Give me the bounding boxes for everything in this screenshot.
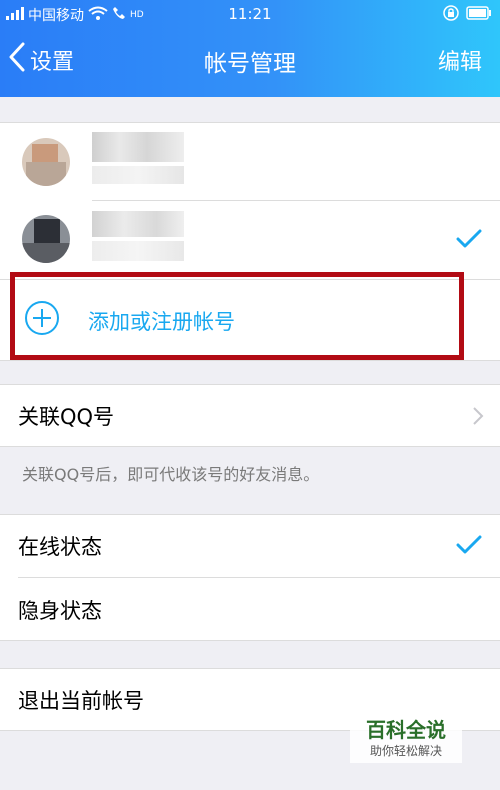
logout-label: 退出当前帐号 — [18, 689, 144, 713]
account-name-blurred — [92, 211, 184, 237]
checkmark-icon — [456, 229, 482, 253]
nav-bar: 设置 帐号管理 编辑 — [0, 28, 500, 97]
online-status-option[interactable]: 在线状态 — [0, 514, 500, 576]
section-divider — [0, 640, 500, 641]
account-id-blurred — [92, 166, 184, 184]
app-header: 中国移动 HD 11:21 设置 帐号管理 编辑 — [0, 0, 500, 97]
page-title: 帐号管理 — [204, 51, 296, 77]
watermark-title: 百科全说 — [366, 718, 446, 742]
watermark-subtitle: 助你轻松解决 — [369, 744, 442, 758]
battery-icon — [466, 6, 492, 24]
section-divider — [0, 446, 500, 447]
edit-button[interactable]: 编辑 — [438, 44, 482, 76]
status-bar: 中国移动 HD 11:21 — [0, 0, 500, 28]
avatar — [22, 215, 70, 263]
linked-qq-row[interactable]: 关联QQ号 — [0, 384, 500, 446]
account-item-current[interactable] — [0, 201, 500, 279]
online-status-label: 在线状态 — [18, 535, 102, 559]
avatar — [22, 138, 70, 186]
clock: 11:21 — [228, 5, 272, 23]
account-item[interactable] — [0, 122, 500, 200]
account-name-blurred — [92, 132, 184, 162]
watermark-logo: 百科全说 助你轻松解决 — [350, 715, 462, 763]
checkmark-icon — [456, 535, 482, 559]
account-id-blurred — [92, 241, 184, 261]
section-divider — [0, 360, 500, 361]
lock-rotation-icon — [442, 4, 460, 26]
chevron-right-icon — [472, 406, 484, 430]
linked-qq-label: 关联QQ号 — [18, 405, 115, 429]
linked-qq-hint: 关联QQ号后，即可代收该号的好友消息。 — [22, 465, 320, 484]
highlight-box — [10, 272, 464, 360]
invisible-status-option[interactable]: 隐身状态 — [0, 578, 500, 640]
invisible-status-label: 隐身状态 — [18, 599, 102, 623]
